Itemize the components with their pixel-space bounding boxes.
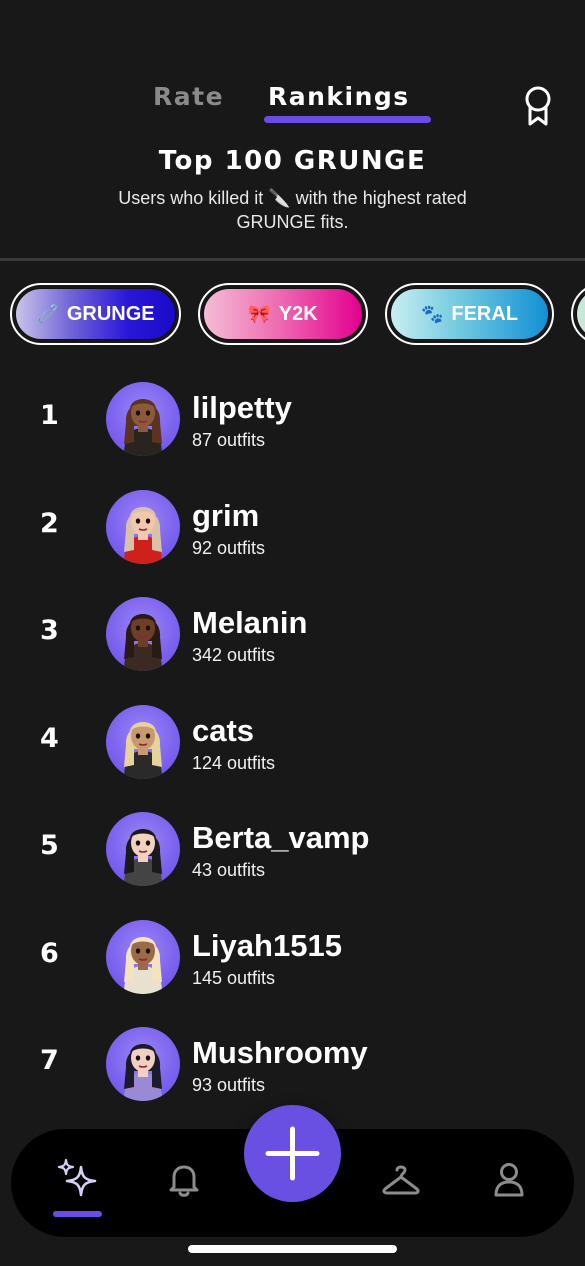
- ranking-row[interactable]: 2 grim 92 outfits: [0, 486, 585, 566]
- category-pill-feral[interactable]: 🐾 FERAL: [385, 283, 554, 345]
- tab-rate[interactable]: Rate: [153, 82, 224, 111]
- ranking-row[interactable]: 4 cats 124 outfits: [0, 701, 585, 781]
- plus-icon: [265, 1126, 320, 1181]
- hanger-icon[interactable]: [379, 1157, 423, 1201]
- home-indicator: [188, 1245, 397, 1253]
- username[interactable]: cats: [192, 713, 254, 749]
- rank-number: 6: [40, 938, 59, 969]
- category-label: Y2K: [278, 302, 318, 325]
- category-pill-y2k[interactable]: 🎀 Y2K: [198, 283, 368, 345]
- category-pill-next[interactable]: [571, 283, 585, 345]
- tab-rankings[interactable]: Rankings: [268, 82, 410, 111]
- page-title: Top 100 GRUNGE: [158, 146, 427, 176]
- category-pill-grunge[interactable]: 🧷 GRUNGE: [10, 283, 181, 345]
- user-avatar[interactable]: [106, 382, 180, 456]
- award-ribbon-icon[interactable]: [520, 84, 556, 128]
- rank-number: 3: [40, 615, 59, 646]
- ranking-row[interactable]: 3 Melanin 342 outfits: [0, 593, 585, 673]
- active-nav-indicator: [53, 1211, 102, 1217]
- category-label: GRUNGE: [66, 302, 155, 325]
- profile-icon[interactable]: [487, 1157, 531, 1201]
- user-avatar[interactable]: [106, 597, 180, 671]
- ranking-row[interactable]: 7 Mushroomy 93 outfits: [0, 1023, 585, 1103]
- outfit-count: 342 outfits: [192, 645, 276, 665]
- outfit-count: 43 outfits: [192, 860, 266, 880]
- safety-pin-icon: 🧷: [36, 303, 59, 324]
- user-avatar[interactable]: [106, 920, 180, 994]
- outfit-count: 92 outfits: [192, 538, 266, 558]
- ribbon-icon: 🎀: [248, 303, 271, 324]
- username[interactable]: Berta_vamp: [192, 820, 369, 856]
- ranking-row[interactable]: 5 Berta_vamp 43 outfits: [0, 808, 585, 888]
- rank-number: 5: [40, 830, 59, 861]
- category-pill-row: 🧷 GRUNGE 🎀 Y2K 🐾 FERAL: [10, 283, 585, 345]
- username[interactable]: grim: [192, 498, 259, 534]
- add-outfit-button[interactable]: [244, 1105, 341, 1202]
- ranking-row[interactable]: 6 Liyah1515 145 outfits: [0, 916, 585, 996]
- rank-number: 2: [40, 508, 59, 539]
- outfit-count: 87 outfits: [192, 430, 266, 450]
- page-subtitle: Users who killed it 🔪 with the highest r…: [118, 188, 467, 232]
- rank-number: 7: [40, 1045, 59, 1076]
- outfit-count: 124 outfits: [192, 753, 276, 773]
- user-avatar[interactable]: [106, 1027, 180, 1101]
- category-label: FERAL: [451, 302, 519, 325]
- rank-number: 4: [40, 723, 59, 754]
- top-tab-bar: Rate Rankings: [0, 78, 585, 128]
- outfit-count: 145 outfits: [192, 968, 276, 988]
- active-tab-underline: [264, 116, 431, 123]
- outfit-count: 93 outfits: [192, 1075, 266, 1095]
- username[interactable]: Liyah1515: [192, 928, 342, 964]
- sparkles-icon[interactable]: [55, 1157, 99, 1201]
- user-avatar[interactable]: [106, 705, 180, 779]
- username[interactable]: lilpetty: [192, 390, 292, 426]
- user-avatar[interactable]: [106, 490, 180, 564]
- username[interactable]: Mushroomy: [192, 1035, 368, 1071]
- rank-number: 1: [40, 400, 59, 431]
- ranking-row[interactable]: 1 lilpetty 87 outfits: [0, 378, 585, 458]
- bell-icon[interactable]: [162, 1157, 206, 1201]
- user-avatar[interactable]: [106, 812, 180, 886]
- paw-prints-icon: 🐾: [420, 303, 444, 324]
- username[interactable]: Melanin: [192, 605, 307, 641]
- section-divider: [0, 258, 585, 261]
